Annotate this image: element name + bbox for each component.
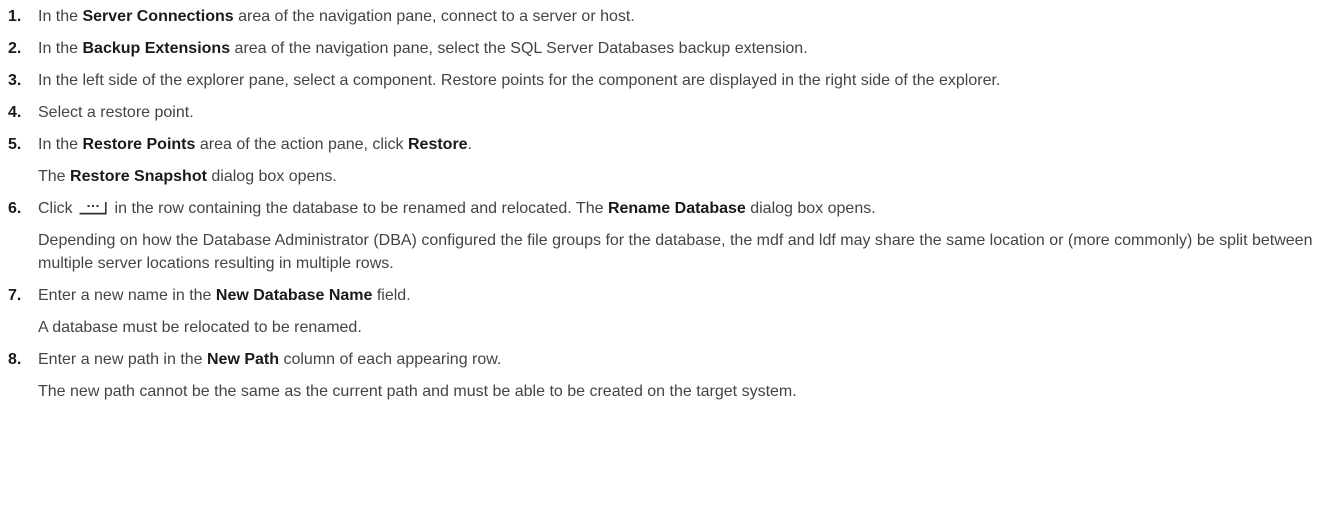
step-number: 1. bbox=[8, 8, 22, 25]
step-text: Enter a new name in the New Database Nam… bbox=[38, 287, 411, 304]
step-number: 8. bbox=[8, 351, 22, 368]
ui-term: Restore bbox=[407, 136, 468, 153]
step-1: 1. In the Server Connections area of the… bbox=[0, 5, 1343, 37]
step-2: 2. In the Backup Extensions area of the … bbox=[0, 37, 1343, 69]
step-text: Select a restore point. bbox=[38, 104, 194, 121]
step-note: The Restore Snapshot dialog box opens. bbox=[38, 168, 337, 185]
ui-term: Restore Points bbox=[82, 136, 196, 153]
step-7: 7. Enter a new name in the New Database … bbox=[0, 284, 1343, 348]
step-text: In the Restore Points area of the action… bbox=[38, 136, 473, 153]
step-number: 2. bbox=[8, 40, 22, 57]
step-note: A database must be relocated to be renam… bbox=[38, 319, 362, 336]
ui-term: Server Connections bbox=[82, 8, 234, 25]
step-number: 5. bbox=[8, 136, 22, 153]
ui-term: Backup Extensions bbox=[82, 40, 231, 57]
step-text: In the Server Connections area of the na… bbox=[38, 8, 635, 25]
procedure-steps: 1. In the Server Connections area of the… bbox=[0, 0, 1343, 412]
step-5: 5. In the Restore Points area of the act… bbox=[0, 133, 1343, 197]
ui-term: Rename Database bbox=[607, 200, 746, 217]
ui-term: Restore Snapshot bbox=[70, 168, 207, 185]
ellipsis-button-icon bbox=[79, 199, 107, 215]
step-text: Enter a new path in the New Path column … bbox=[38, 351, 502, 368]
step-4: 4. Select a restore point. bbox=[0, 101, 1343, 133]
step-text: Click in the row containing the database… bbox=[38, 199, 876, 217]
step-8: 8. Enter a new path in the New Path colu… bbox=[0, 348, 1343, 412]
step-number: 6. bbox=[8, 200, 22, 217]
step-note: The new path cannot be the same as the c… bbox=[38, 383, 797, 400]
ui-term: New Database Name bbox=[215, 287, 373, 304]
step-number: 3. bbox=[8, 72, 22, 89]
step-text: In the left side of the explorer pane, s… bbox=[38, 72, 1001, 89]
ui-term: New Path bbox=[207, 351, 280, 368]
step-number: 7. bbox=[8, 287, 22, 304]
step-number: 4. bbox=[8, 104, 22, 121]
step-note: Depending on how the Database Administra… bbox=[38, 232, 1313, 272]
step-text: In the Backup Extensions area of the nav… bbox=[38, 40, 808, 57]
step-6: 6. Click in the row containing the datab… bbox=[0, 197, 1343, 284]
step-3: 3. In the left side of the explorer pane… bbox=[0, 69, 1343, 101]
